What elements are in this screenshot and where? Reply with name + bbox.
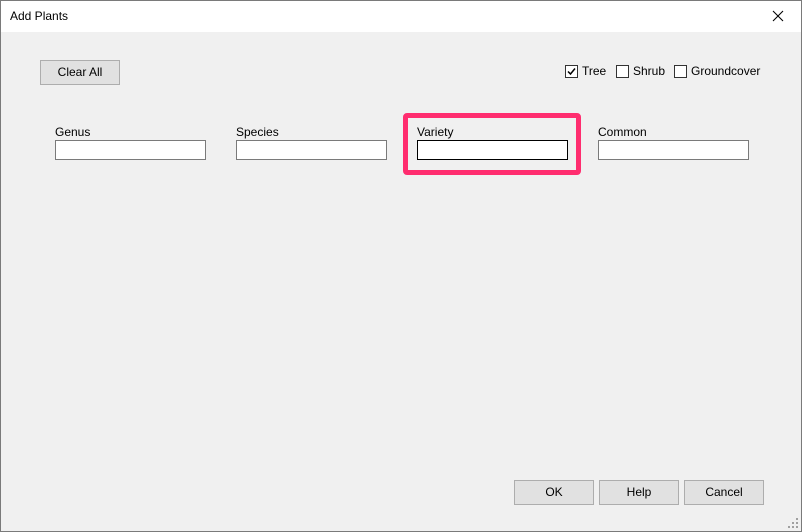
close-button[interactable]: [755, 1, 801, 32]
genus-label: Genus: [55, 125, 91, 139]
groundcover-checkbox-label: Groundcover: [691, 64, 761, 78]
groundcover-checkbox-box[interactable]: [674, 64, 687, 78]
tree-checkbox-label: Tree: [582, 64, 607, 78]
close-icon: [772, 10, 784, 22]
common-input[interactable]: [598, 140, 749, 160]
species-label: Species: [236, 125, 279, 139]
ok-button[interactable]: OK: [514, 480, 594, 505]
add-plants-dialog: Add Plants Clear All Tree Shrub Groundco…: [0, 0, 802, 532]
checkmark-icon: [567, 67, 576, 75]
window-title: Add Plants: [10, 9, 69, 23]
shrub-checkbox-label: Shrub: [633, 64, 666, 78]
shrub-checkbox-box[interactable]: [616, 64, 629, 78]
clear-all-button[interactable]: Clear All: [40, 60, 120, 85]
genus-input[interactable]: [55, 140, 206, 160]
tree-checkbox-box[interactable]: [565, 64, 578, 78]
help-button[interactable]: Help: [599, 480, 679, 505]
species-input[interactable]: [236, 140, 387, 160]
groundcover-checkbox[interactable]: Groundcover: [674, 64, 760, 78]
resize-grip-icon[interactable]: [787, 517, 799, 529]
cancel-button[interactable]: Cancel: [684, 480, 764, 505]
title-bar: Add Plants: [1, 1, 801, 32]
variety-highlight-box: [403, 113, 581, 175]
shrub-checkbox[interactable]: Shrub: [616, 64, 665, 78]
common-label: Common: [598, 125, 647, 139]
tree-checkbox[interactable]: Tree: [565, 64, 606, 78]
